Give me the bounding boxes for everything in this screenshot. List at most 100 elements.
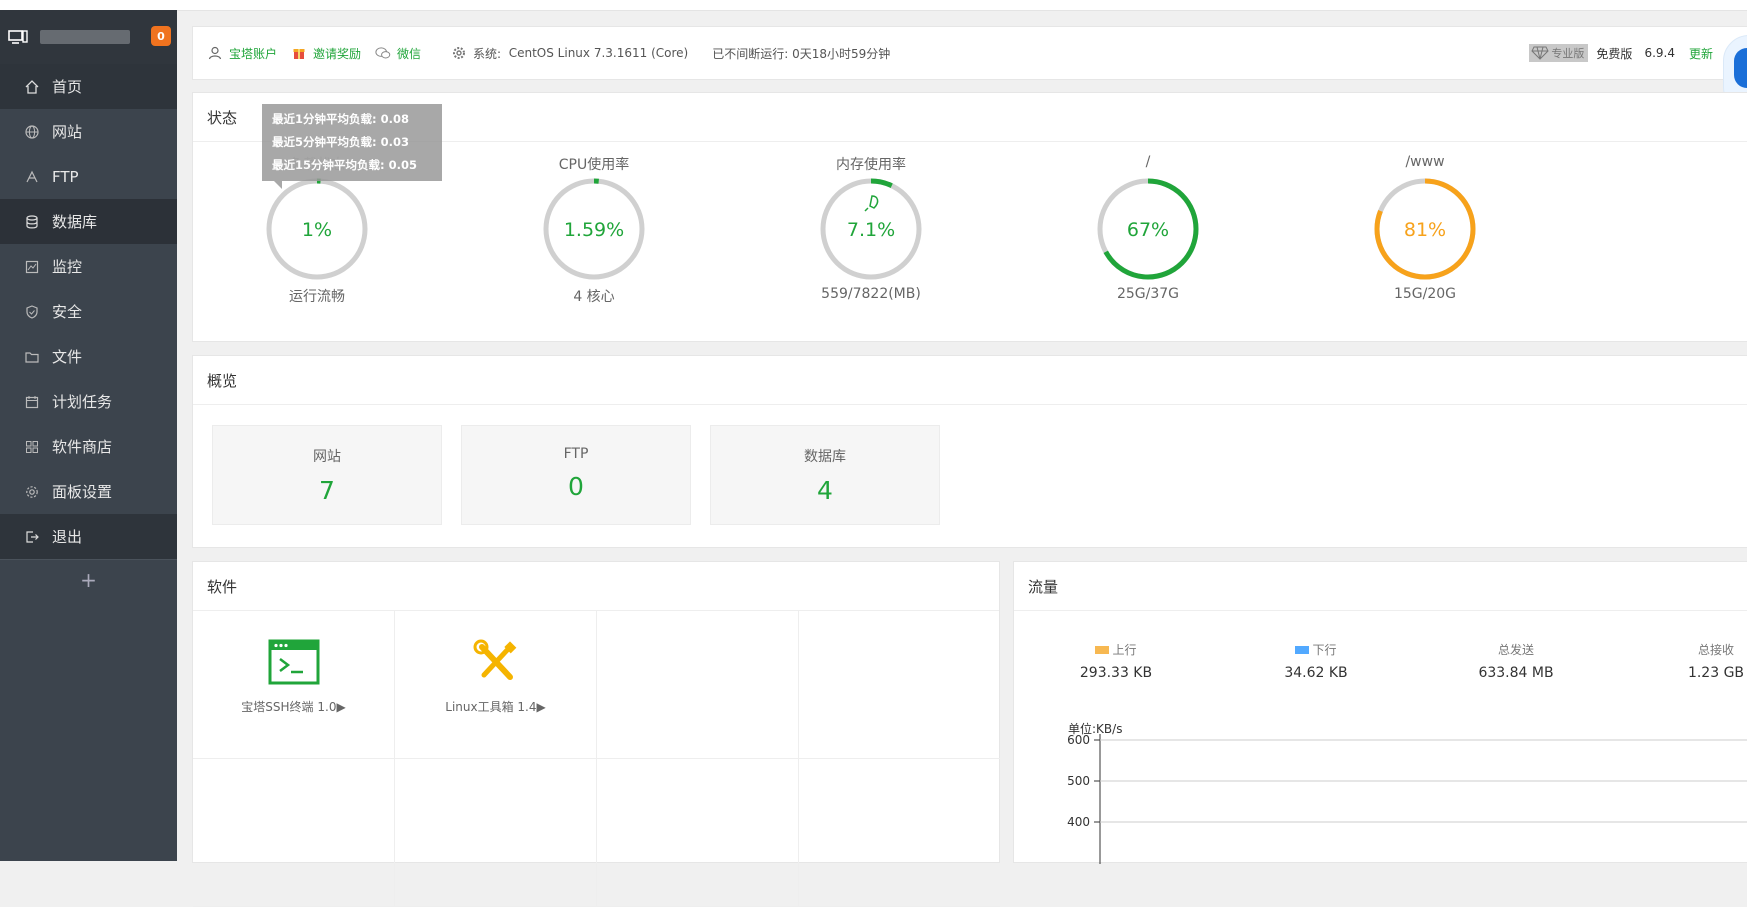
y-tick-label: 500 bbox=[1067, 774, 1090, 788]
traffic-download: 下行 34.62 KB bbox=[1246, 641, 1386, 681]
sidebar-item-home[interactable]: 首页 bbox=[0, 64, 177, 109]
y-tick-label: 600 bbox=[1067, 734, 1090, 747]
monitor-icon bbox=[25, 260, 39, 273]
gauge-ring: 67% bbox=[1097, 178, 1199, 280]
sidebar-item-label: 文件 bbox=[52, 348, 83, 366]
gauge-subtitle: 4 核心 bbox=[573, 289, 615, 305]
account-label: 宝塔账户 bbox=[229, 46, 278, 61]
stat-value: 1.23 GB bbox=[1687, 665, 1745, 681]
gauge-cpu[interactable]: CPU使用率 1.59% 4 核心 bbox=[494, 154, 694, 306]
sidebar-item-label: 面板设置 bbox=[52, 483, 113, 501]
gauge-value: 81% bbox=[1404, 219, 1446, 241]
invite-link[interactable]: 邀请奖励 bbox=[291, 45, 361, 62]
gauge-subtitle: 15G/20G bbox=[1393, 286, 1457, 302]
pro-label: 专业版 bbox=[1551, 47, 1585, 60]
top-info-bar: 宝塔账户 邀请奖励 微信 系统: CentOS Linux 7.3.1611 (… bbox=[192, 26, 1747, 113]
sidebar-header: 0 bbox=[0, 10, 177, 64]
traffic-total-sent: 总发送 633.84 MB bbox=[1446, 641, 1586, 681]
load-tooltip: 最近1分钟平均负载: 0.08 最近5分钟平均负载: 0.03 最近15分钟平均… bbox=[262, 104, 442, 189]
tooltip-line: 最近1分钟平均负载: 0.08 bbox=[272, 112, 409, 126]
gauge-value: 7.1% bbox=[847, 219, 895, 241]
sidebar-item-monitor[interactable]: 监控 bbox=[0, 244, 177, 289]
assistant-icon bbox=[1734, 48, 1747, 88]
card-label: 网站 bbox=[313, 449, 341, 465]
card-label: FTP bbox=[563, 446, 589, 462]
software-panel: 软件 宝塔SSH终端 1.0▶ Linux工具箱 1.4▶ bbox=[192, 561, 1000, 907]
wechat-link[interactable]: 微信 bbox=[375, 45, 421, 62]
add-shortcut-button[interactable]: + bbox=[0, 559, 177, 600]
wechat-icon bbox=[375, 47, 391, 59]
gauge-value: 1.59% bbox=[564, 219, 624, 241]
version-area: 专业版 免费版 6.9.4 更新 bbox=[1529, 27, 1747, 79]
software-slot-empty bbox=[193, 759, 395, 907]
gauge-value: 67% bbox=[1127, 219, 1169, 241]
wechat-label: 微信 bbox=[397, 46, 422, 61]
sidebar-item-label: 首页 bbox=[52, 78, 83, 96]
stat-label: 总发送 bbox=[1497, 643, 1534, 657]
stat-value: 293.33 KB bbox=[1079, 665, 1153, 681]
legend-download-swatch bbox=[1295, 645, 1310, 654]
version-number: 6.9.4 bbox=[1644, 46, 1675, 60]
update-link[interactable]: 更新 bbox=[1689, 45, 1713, 62]
stat-label: 上行 bbox=[1112, 643, 1137, 657]
sidebar-item-settings[interactable]: 面板设置 bbox=[0, 469, 177, 514]
gauge-disk-root[interactable]: / 67% 25G/37G bbox=[1048, 154, 1248, 302]
gauge-ring: 1% bbox=[266, 178, 368, 280]
software-slot-empty bbox=[395, 759, 597, 907]
gauge-ring: 7.1% bbox=[820, 178, 922, 280]
pro-edition-tag[interactable]: 专业版 bbox=[1529, 44, 1589, 62]
sidebar-item-label: 计划任务 bbox=[52, 393, 113, 411]
stat-value: 34.62 KB bbox=[1284, 665, 1348, 681]
hostname-masked bbox=[40, 30, 130, 44]
gauge-subtitle: 559/7822(MB) bbox=[821, 286, 921, 302]
sidebar-item-store[interactable]: 软件商店 bbox=[0, 424, 177, 469]
sidebar-nav: 首页 网站 FTP 数据库 监控 安全 文件 计划任务 软件商店 面板设置 退出 bbox=[0, 64, 177, 559]
gauge-ring: 1.59% bbox=[543, 178, 645, 280]
gauge-title: /www bbox=[1405, 154, 1445, 170]
software-slot-empty bbox=[799, 759, 1000, 907]
software-item-toolbox[interactable]: Linux工具箱 1.4▶ bbox=[395, 611, 597, 759]
server-monitor-icon bbox=[8, 30, 28, 44]
card-value: 4 bbox=[817, 476, 833, 505]
tooltip-line: 最近15分钟平均负载: 0.05 bbox=[272, 158, 417, 172]
notification-badge[interactable]: 0 bbox=[151, 26, 171, 46]
logout-icon bbox=[26, 530, 39, 543]
sidebar-item-security[interactable]: 安全 bbox=[0, 289, 177, 334]
sidebar-item-logout[interactable]: 退出 bbox=[0, 514, 177, 559]
uptime-text: 已不间断运行: 0天18小时59分钟 bbox=[712, 46, 891, 61]
stat-value: 633.84 MB bbox=[1478, 665, 1554, 681]
edition-label: 免费版 bbox=[1596, 46, 1633, 61]
overview-card-database[interactable]: 数据库 4 bbox=[710, 425, 940, 525]
toolbox-icon bbox=[473, 639, 516, 680]
account-link[interactable]: 宝塔账户 bbox=[207, 45, 277, 62]
gauge-ring: 81% bbox=[1374, 178, 1476, 280]
traffic-title: 流量 bbox=[1014, 562, 1747, 611]
gauge-disk-www[interactable]: /www 81% 15G/20G bbox=[1325, 154, 1525, 302]
sidebar-item-ftp[interactable]: FTP bbox=[0, 154, 177, 199]
system-info: 系统: CentOS Linux 7.3.1611 (Core) bbox=[451, 45, 688, 62]
sidebar-item-label: FTP bbox=[52, 167, 79, 186]
sidebar-item-website[interactable]: 网站 bbox=[0, 109, 177, 154]
traffic-stats: 上行 293.33 KB 下行 34.62 KB 总发送 633.84 MB 总… bbox=[1014, 611, 1747, 711]
gauge-memory[interactable]: 内存使用率 7.1% 559/7822(MB) bbox=[771, 154, 971, 302]
sidebar-item-files[interactable]: 文件 bbox=[0, 334, 177, 379]
gear-icon bbox=[26, 485, 38, 498]
gauge-subtitle: 25G/37G bbox=[1116, 286, 1180, 302]
overview-panel: 概览 网站 7 FTP 0 数据库 4 bbox=[192, 355, 1747, 548]
gauge-value: 1% bbox=[302, 219, 332, 241]
card-value: 7 bbox=[319, 476, 335, 505]
terminal-icon bbox=[268, 639, 319, 685]
sidebar-item-cron[interactable]: 计划任务 bbox=[0, 379, 177, 424]
sidebar-item-label: 软件商店 bbox=[52, 438, 113, 456]
overview-card-ftp[interactable]: FTP 0 bbox=[461, 425, 691, 525]
system-value: CentOS Linux 7.3.1611 (Core) bbox=[508, 46, 689, 60]
traffic-total-received: 总接收 1.23 GB bbox=[1646, 641, 1747, 681]
database-icon bbox=[26, 214, 38, 228]
software-item-ssh[interactable]: 宝塔SSH终端 1.0▶ bbox=[193, 611, 395, 759]
software-slot-empty bbox=[597, 611, 799, 759]
legend-upload-swatch bbox=[1095, 645, 1110, 654]
sidebar-item-database[interactable]: 数据库 bbox=[0, 199, 177, 244]
gear-icon bbox=[453, 47, 466, 59]
overview-card-website[interactable]: 网站 7 bbox=[212, 425, 442, 525]
software-slot-empty bbox=[799, 611, 1000, 759]
